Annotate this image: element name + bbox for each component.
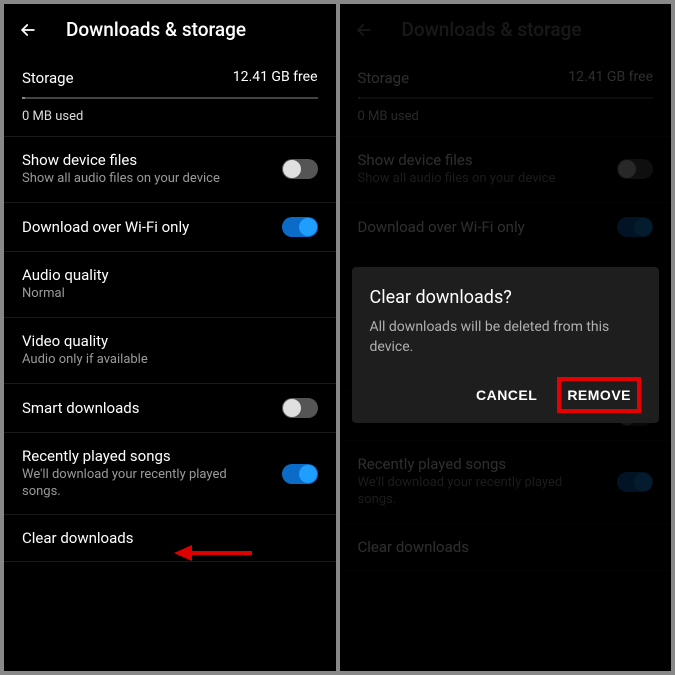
storage-progress [22,97,318,99]
screen-left: Downloads & storage Storage 12.41 GB fre… [4,4,336,671]
toggle-recently-played[interactable] [282,464,318,484]
cancel-button[interactable]: CANCEL [464,377,549,413]
row-title: Show device files [22,151,220,169]
row-title: Recently played songs [22,447,252,465]
toggle-smart-downloads[interactable] [282,398,318,418]
remove-button[interactable]: REMOVE [557,377,641,413]
row-title: Clear downloads [22,529,133,547]
row-audio-quality[interactable]: Audio quality Normal [4,251,336,317]
row-sub: Show all audio files on your device [22,171,220,188]
row-video-quality[interactable]: Video quality Audio only if available [4,317,336,383]
row-title: Video quality [22,332,148,350]
row-title: Download over Wi-Fi only [22,218,189,236]
storage-label: Storage [22,69,74,87]
row-show-device-files[interactable]: Show device files Show all audio files o… [4,136,336,202]
toggle-show-device-files[interactable] [282,159,318,179]
screen-right: Downloads & storage Storage 12.41 GB fre… [340,4,672,671]
row-clear-downloads[interactable]: Clear downloads [4,514,336,562]
row-recently-played[interactable]: Recently played songs We'll download you… [4,432,336,515]
row-title: Smart downloads [22,399,139,417]
storage-used: 0 MB used [4,99,336,136]
storage-free: 12.41 GB free [233,69,318,87]
row-title: Audio quality [22,266,109,284]
dialog-actions: CANCEL REMOVE [370,377,642,413]
row-download-wifi[interactable]: Download over Wi-Fi only [4,202,336,251]
storage-section: Storage 12.41 GB free 0 MB used [4,59,336,136]
dialog-body: All downloads will be deleted from this … [370,318,642,357]
header: Downloads & storage [4,4,336,59]
row-sub: Audio only if available [22,352,148,369]
row-smart-downloads[interactable]: Smart downloads [4,383,336,432]
back-icon[interactable] [18,20,38,40]
dialog-title: Clear downloads? [370,287,642,308]
page-title: Downloads & storage [66,18,246,41]
clear-downloads-dialog: Clear downloads? All downloads will be d… [352,267,660,423]
settings-list: Show device files Show all audio files o… [4,136,336,562]
row-sub: Normal [22,286,109,303]
row-sub: We'll download your recently played song… [22,467,252,501]
toggle-download-wifi[interactable] [282,217,318,237]
